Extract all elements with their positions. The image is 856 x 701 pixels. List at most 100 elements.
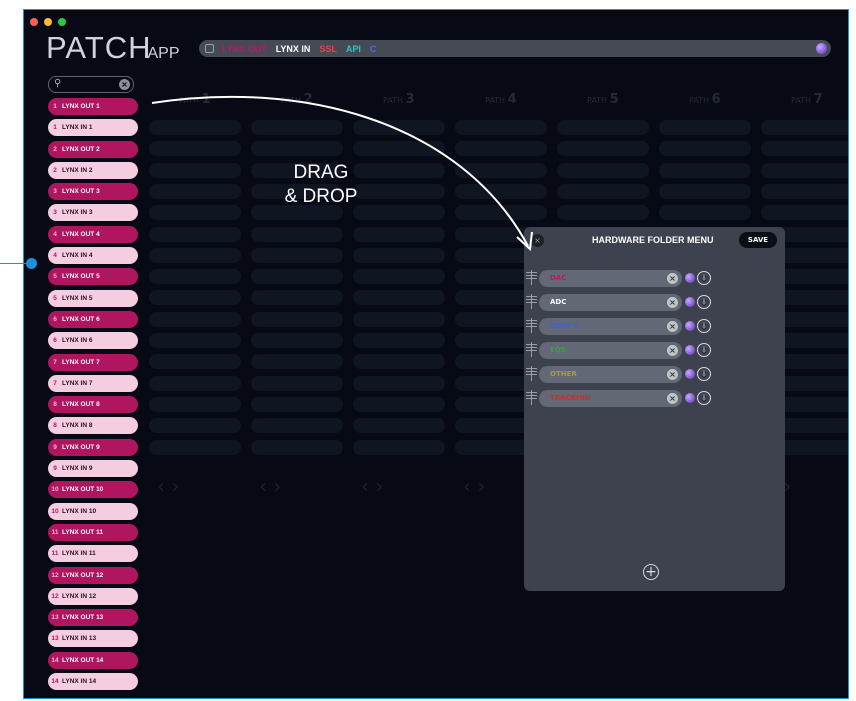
tab-lynx-in[interactable]: LYNX IN	[276, 44, 311, 54]
patch-slot[interactable]	[149, 269, 241, 285]
folder-name-field[interactable]: ADC ×	[539, 294, 682, 311]
patch-slot[interactable]	[149, 162, 241, 178]
patch-slot[interactable]	[353, 439, 445, 455]
patch-slot[interactable]	[251, 120, 343, 135]
patch-slot[interactable]	[557, 162, 649, 178]
drag-handle-icon[interactable]	[526, 294, 537, 309]
patch-slot[interactable]	[251, 375, 343, 391]
patch-slot[interactable]	[251, 396, 343, 412]
patch-slot[interactable]	[761, 120, 848, 135]
sidebar-item-lynx-in-8[interactable]: 8 LYNX IN 8	[48, 417, 138, 435]
sidebar-item-lynx-in-2[interactable]: 2 LYNX IN 2	[48, 161, 138, 179]
sidebar-item-lynx-out-6[interactable]: 6 LYNX OUT 6	[48, 310, 138, 328]
path-nav-arrows[interactable]: ‹ ›	[463, 474, 485, 498]
patch-slot[interactable]	[251, 141, 343, 157]
sidebar-item-lynx-out-11[interactable]: 11 LYNX OUT 11	[48, 523, 138, 541]
patch-slot[interactable]	[149, 290, 241, 306]
patch-slot[interactable]	[659, 183, 751, 199]
tab-ssl[interactable]: SSL	[319, 44, 337, 54]
patch-slot[interactable]	[149, 418, 241, 434]
patch-slot[interactable]	[455, 141, 547, 157]
patch-slot[interactable]	[251, 418, 343, 434]
patch-slot[interactable]	[557, 141, 649, 157]
drag-handle-icon[interactable]	[526, 270, 537, 285]
color-orb-icon[interactable]	[685, 273, 695, 283]
sidebar-item-lynx-out-10[interactable]: 10 LYNX OUT 10	[48, 481, 138, 499]
color-orb-icon[interactable]	[816, 43, 827, 54]
patch-slot[interactable]	[149, 120, 241, 135]
sidebar-item-lynx-out-2[interactable]: 2 LYNX OUT 2	[48, 140, 138, 158]
folder-row[interactable]: OTHER × i	[526, 365, 781, 383]
sidebar-item-lynx-in-9[interactable]: 9 LYNX IN 9	[48, 460, 138, 478]
patch-slot[interactable]	[761, 141, 848, 157]
clear-icon[interactable]: ×	[667, 345, 678, 356]
path-nav-arrows[interactable]: ‹ ›	[157, 474, 179, 498]
patch-slot[interactable]	[353, 375, 445, 391]
close-light-icon[interactable]	[30, 18, 38, 26]
patch-slot[interactable]	[353, 247, 445, 263]
patch-slot[interactable]	[659, 141, 751, 157]
tab-lynx-out[interactable]: LYNX OUT	[222, 44, 267, 54]
patch-slot[interactable]	[353, 269, 445, 285]
info-icon[interactable]: i	[697, 271, 711, 285]
tab-api[interactable]: API	[346, 44, 361, 54]
folder-name-field[interactable]: COMPS ×	[539, 318, 682, 335]
save-button[interactable]: SAVE	[739, 232, 777, 248]
patch-slot[interactable]	[761, 205, 848, 221]
folder-row[interactable]: DAC × i	[526, 269, 781, 287]
patch-slot[interactable]	[557, 120, 649, 135]
tab-c[interactable]: C	[370, 44, 377, 54]
folder-name-field[interactable]: TRACKING ×	[539, 390, 682, 407]
folder-name-field[interactable]: OTHER ×	[539, 366, 682, 383]
sidebar-item-lynx-out-5[interactable]: 5 LYNX OUT 5	[48, 268, 138, 286]
sidebar-item-lynx-in-12[interactable]: 12 LYNX IN 12	[48, 587, 138, 605]
color-orb-icon[interactable]	[685, 297, 695, 307]
patch-slot[interactable]	[149, 354, 241, 370]
folder-row[interactable]: ADC × i	[526, 293, 781, 311]
clear-icon[interactable]: ×	[667, 273, 678, 284]
patch-slot[interactable]	[251, 439, 343, 455]
patch-slot[interactable]	[353, 333, 445, 348]
zoom-light-icon[interactable]	[58, 18, 66, 26]
clear-icon[interactable]: ×	[667, 297, 678, 308]
patch-slot[interactable]	[761, 183, 848, 199]
minimize-light-icon[interactable]	[44, 18, 52, 26]
patch-slot[interactable]	[251, 290, 343, 306]
sidebar-item-lynx-out-3[interactable]: 3 LYNX OUT 3	[48, 183, 138, 201]
menu-square-icon[interactable]	[205, 44, 214, 53]
info-icon[interactable]: i	[697, 295, 711, 309]
sidebar-item-lynx-in-1[interactable]: 1 LYNX IN 1	[48, 119, 138, 137]
patch-slot[interactable]	[149, 141, 241, 157]
patch-slot[interactable]	[353, 290, 445, 306]
sidebar-item-lynx-out-1[interactable]: 1 LYNX OUT 1	[48, 98, 138, 115]
patch-slot[interactable]	[557, 205, 649, 221]
info-icon[interactable]: i	[697, 367, 711, 381]
clear-icon[interactable]: ×	[667, 369, 678, 380]
add-circle-icon[interactable]: +	[643, 564, 659, 580]
sidebar-item-lynx-in-5[interactable]: 5 LYNX IN 5	[48, 289, 138, 307]
patch-slot[interactable]	[353, 120, 445, 135]
folder-name-field[interactable]: DAC ×	[539, 270, 682, 287]
sidebar-item-lynx-in-14[interactable]: 14 LYNX IN 14	[48, 673, 138, 691]
info-icon[interactable]: i	[697, 319, 711, 333]
folder-row[interactable]: COMPS × i	[526, 317, 781, 335]
patch-slot[interactable]	[251, 354, 343, 370]
patch-slot[interactable]	[149, 333, 241, 348]
drag-handle-icon[interactable]	[526, 342, 537, 357]
folder-name-field[interactable]: EQS ×	[539, 342, 682, 359]
patch-slot[interactable]	[455, 162, 547, 178]
patch-slot[interactable]	[353, 354, 445, 370]
sidebar-item-lynx-out-4[interactable]: 4 LYNX OUT 4	[48, 225, 138, 243]
clear-search-icon[interactable]: ×	[119, 79, 130, 90]
sidebar-item-lynx-out-14[interactable]: 14 LYNX OUT 14	[48, 651, 138, 669]
patch-slot[interactable]	[659, 205, 751, 221]
sidebar-item-lynx-out-7[interactable]: 7 LYNX OUT 7	[48, 353, 138, 371]
drag-handle-icon[interactable]	[526, 318, 537, 333]
patch-slot[interactable]	[149, 247, 241, 263]
patch-slot[interactable]	[251, 311, 343, 327]
patch-slot[interactable]	[149, 183, 241, 199]
drag-handle-icon[interactable]	[526, 366, 537, 381]
patch-slot[interactable]	[251, 333, 343, 348]
clear-icon[interactable]: ×	[667, 393, 678, 404]
sidebar-item-lynx-out-12[interactable]: 12 LYNX OUT 12	[48, 566, 138, 584]
